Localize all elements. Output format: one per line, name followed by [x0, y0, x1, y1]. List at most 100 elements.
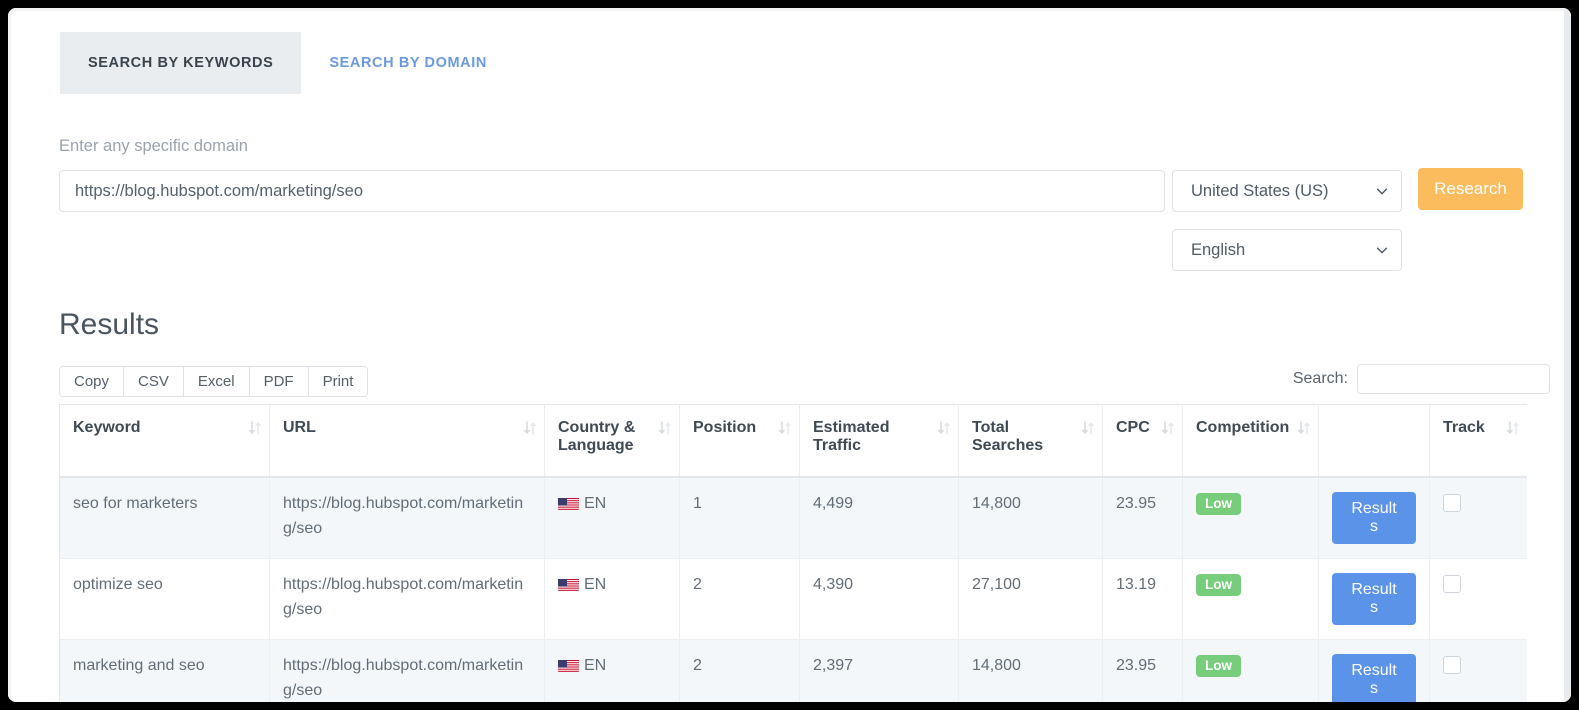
research-button[interactable]: Research	[1418, 168, 1523, 210]
row-results-button[interactable]: Results	[1332, 654, 1416, 702]
cell-actions: Results	[1319, 640, 1430, 703]
cell-keyword: optimize seo	[60, 559, 270, 640]
column-header-track[interactable]: Track	[1430, 405, 1528, 478]
column-header-total-searches-label: Total Searches	[972, 419, 1090, 455]
column-header-keyword[interactable]: Keyword	[60, 405, 270, 478]
cell-language-code: EN	[584, 495, 606, 512]
chevron-down-icon	[1375, 243, 1389, 257]
export-csv-button[interactable]: CSV	[123, 366, 184, 397]
cell-url: https://blog.hubspot.com/marketing/seo	[270, 559, 545, 640]
competition-badge: Low	[1196, 493, 1241, 515]
export-button-group: Copy CSV Excel PDF Print	[59, 366, 368, 397]
screenshot-frame: SEARCH BY KEYWORDS SEARCH BY DOMAIN Ente…	[0, 0, 1579, 710]
sort-icon	[659, 421, 671, 435]
cell-country-language: EN	[545, 640, 680, 703]
page-content: SEARCH BY KEYWORDS SEARCH BY DOMAIN Ente…	[34, 22, 1550, 702]
cell-estimated-traffic: 4,499	[800, 477, 959, 559]
export-excel-button[interactable]: Excel	[183, 366, 250, 397]
table-row: seo for marketers https://blog.hubspot.c…	[60, 477, 1528, 559]
column-header-country-language[interactable]: Country & Language	[545, 405, 680, 478]
cell-language-code: EN	[584, 657, 606, 674]
cell-cpc: 23.95	[1103, 477, 1183, 559]
sort-icon	[779, 421, 791, 435]
column-header-url[interactable]: URL	[270, 405, 545, 478]
cell-actions: Results	[1319, 477, 1430, 559]
track-checkbox[interactable]	[1443, 575, 1461, 593]
sort-icon	[1082, 421, 1094, 435]
cell-keyword: marketing and seo	[60, 640, 270, 703]
column-header-competition[interactable]: Competition	[1183, 405, 1319, 478]
column-header-total-searches[interactable]: Total Searches	[959, 405, 1103, 478]
results-table-body: seo for marketers https://blog.hubspot.c…	[60, 477, 1528, 702]
results-table-container: Keyword URL	[59, 404, 1527, 702]
sort-icon	[249, 421, 261, 435]
track-checkbox[interactable]	[1443, 656, 1461, 674]
cell-total-searches: 14,800	[959, 640, 1103, 703]
cell-competition: Low	[1183, 559, 1319, 640]
chevron-down-icon	[1375, 184, 1389, 198]
row-results-button[interactable]: Results	[1332, 573, 1416, 625]
cell-position: 2	[680, 559, 800, 640]
language-select-value: English	[1191, 241, 1375, 260]
column-header-country-language-label: Country & Language	[558, 419, 667, 455]
competition-badge: Low	[1196, 655, 1241, 677]
domain-input[interactable]	[59, 170, 1165, 212]
cell-track	[1430, 640, 1528, 703]
table-search: Search:	[1293, 364, 1550, 394]
results-table-head: Keyword URL	[60, 405, 1528, 478]
row-results-button[interactable]: Results	[1332, 492, 1416, 544]
cell-url: https://blog.hubspot.com/marketing/seo	[270, 477, 545, 559]
table-row: optimize seo https://blog.hubspot.com/ma…	[60, 559, 1528, 640]
sort-icon	[1507, 421, 1519, 435]
cell-estimated-traffic: 4,390	[800, 559, 959, 640]
cell-estimated-traffic: 2,397	[800, 640, 959, 703]
cell-cpc: 13.19	[1103, 559, 1183, 640]
column-header-keyword-label: Keyword	[73, 419, 257, 437]
cell-language-code: EN	[584, 576, 606, 593]
page-scrollbar[interactable]	[1564, 8, 1571, 702]
country-select[interactable]: United States (US)	[1172, 170, 1402, 212]
competition-badge: Low	[1196, 574, 1241, 596]
cell-track	[1430, 559, 1528, 640]
tab-search-by-keywords-label: SEARCH BY KEYWORDS	[88, 55, 273, 71]
column-header-estimated-traffic-label: Estimated Traffic	[813, 419, 946, 455]
cell-competition: Low	[1183, 477, 1319, 559]
table-search-input[interactable]	[1357, 364, 1550, 394]
sort-icon	[1298, 421, 1310, 435]
tab-search-by-domain[interactable]: SEARCH BY DOMAIN	[301, 32, 515, 94]
cell-competition: Low	[1183, 640, 1319, 703]
column-header-position-label: Position	[693, 419, 787, 437]
results-title: Results	[59, 308, 159, 342]
column-header-position[interactable]: Position	[680, 405, 800, 478]
cell-total-searches: 14,800	[959, 477, 1103, 559]
column-header-url-label: URL	[283, 419, 532, 437]
export-copy-button[interactable]: Copy	[59, 366, 124, 397]
cell-track	[1430, 477, 1528, 559]
cell-position: 1	[680, 477, 800, 559]
tab-search-by-domain-label: SEARCH BY DOMAIN	[329, 55, 487, 71]
column-header-cpc[interactable]: CPC	[1103, 405, 1183, 478]
column-header-competition-label: Competition	[1196, 419, 1306, 437]
cell-cpc: 23.95	[1103, 640, 1183, 703]
country-select-value: United States (US)	[1191, 182, 1375, 201]
cell-country-language: EN	[545, 559, 680, 640]
sort-icon	[938, 421, 950, 435]
column-header-estimated-traffic[interactable]: Estimated Traffic	[800, 405, 959, 478]
language-select[interactable]: English	[1172, 229, 1402, 271]
cell-actions: Results	[1319, 559, 1430, 640]
tab-search-by-keywords[interactable]: SEARCH BY KEYWORDS	[60, 32, 301, 94]
results-table: Keyword URL	[59, 404, 1527, 702]
cell-keyword: seo for marketers	[60, 477, 270, 559]
us-flag-icon	[558, 496, 579, 510]
export-pdf-button[interactable]: PDF	[249, 366, 309, 397]
sort-icon	[524, 421, 536, 435]
track-checkbox[interactable]	[1443, 494, 1461, 512]
cell-url: https://blog.hubspot.com/marketing/seo	[270, 640, 545, 703]
us-flag-icon	[558, 658, 579, 672]
table-search-label: Search:	[1293, 370, 1348, 388]
export-print-button[interactable]: Print	[308, 366, 369, 397]
column-header-actions	[1319, 405, 1430, 478]
cell-total-searches: 27,100	[959, 559, 1103, 640]
column-header-track-label: Track	[1443, 419, 1515, 437]
search-mode-tabs: SEARCH BY KEYWORDS SEARCH BY DOMAIN	[60, 32, 515, 94]
